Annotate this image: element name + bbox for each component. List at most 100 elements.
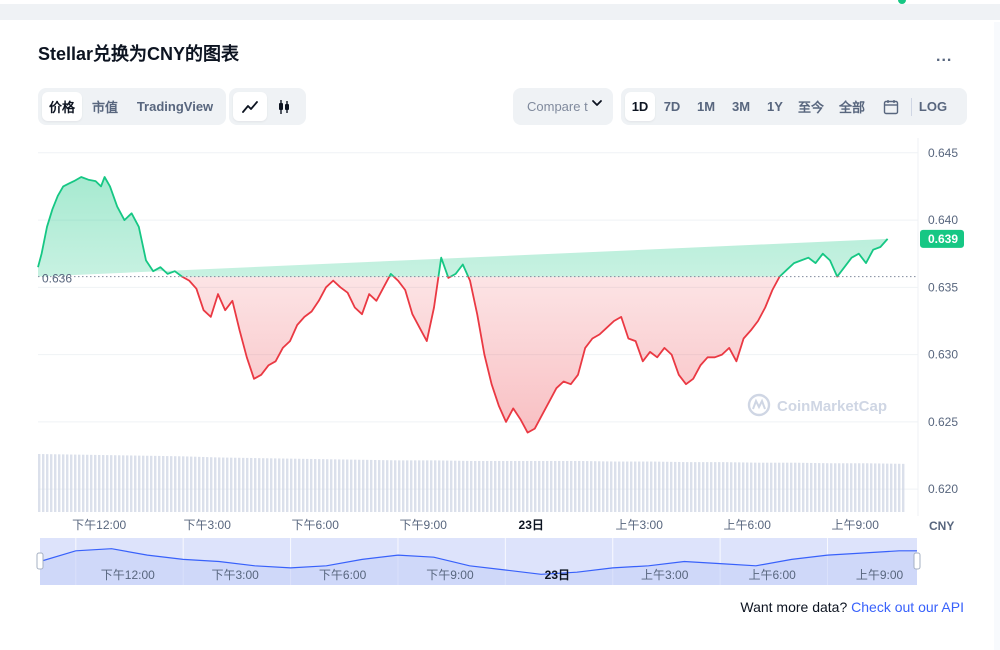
volume-bar bbox=[642, 461, 645, 512]
volume-bar bbox=[490, 460, 493, 512]
volume-bar bbox=[82, 454, 85, 512]
volume-bar bbox=[242, 457, 245, 512]
volume-bar bbox=[538, 460, 541, 512]
currency-axis-label: CNY bbox=[929, 519, 954, 533]
volume-bar bbox=[602, 461, 605, 512]
volume-bar bbox=[70, 454, 73, 512]
volume-bar bbox=[234, 457, 237, 512]
volume-bar bbox=[198, 456, 201, 512]
volume-bar bbox=[402, 460, 405, 512]
volume-bar bbox=[58, 454, 61, 512]
y-tick-label: 0.625 bbox=[928, 415, 958, 429]
volume-bar bbox=[142, 455, 145, 512]
volume-bar bbox=[646, 461, 649, 512]
volume-bar bbox=[394, 460, 397, 512]
volume-bar bbox=[302, 458, 305, 512]
volume-bar bbox=[50, 454, 53, 512]
volume-bar bbox=[658, 461, 661, 512]
volume-bar bbox=[354, 459, 357, 512]
volume-bar bbox=[598, 461, 601, 512]
volume-bar bbox=[46, 454, 49, 512]
x-tick-label: 上午6:00 bbox=[724, 518, 772, 532]
volume-bar bbox=[582, 461, 585, 512]
volume-bar bbox=[246, 457, 249, 512]
volume-bar bbox=[158, 455, 161, 512]
baseline-label: 0.636 bbox=[42, 272, 72, 286]
volume-bar bbox=[366, 459, 369, 512]
volume-bar bbox=[826, 463, 829, 512]
volume-bar bbox=[486, 460, 489, 512]
volume-bar bbox=[630, 461, 633, 512]
volume-bar bbox=[294, 458, 297, 512]
api-link[interactable]: Check out our API bbox=[851, 599, 964, 615]
volume-bar bbox=[810, 462, 813, 512]
volume-bar bbox=[254, 458, 257, 512]
volume-bar bbox=[554, 460, 557, 512]
y-tick-label: 0.635 bbox=[928, 280, 958, 294]
volume-bar bbox=[818, 463, 821, 512]
volume-bar bbox=[430, 460, 433, 512]
volume-bar bbox=[138, 455, 141, 512]
volume-bar bbox=[542, 460, 545, 512]
volume-bar bbox=[706, 462, 709, 512]
volume-bar bbox=[634, 461, 637, 512]
volume-bar bbox=[282, 458, 285, 512]
volume-bar bbox=[470, 460, 473, 512]
volume-bar bbox=[414, 460, 417, 512]
navigator-left-handle[interactable] bbox=[36, 552, 44, 570]
volume-bar bbox=[506, 460, 509, 512]
volume-bar bbox=[154, 455, 157, 512]
volume-bar bbox=[782, 462, 785, 512]
volume-bar bbox=[98, 454, 101, 512]
y-tick-label: 0.630 bbox=[928, 348, 958, 362]
volume-bar bbox=[78, 454, 81, 512]
volume-bar bbox=[202, 456, 205, 512]
volume-bar bbox=[114, 455, 117, 512]
volume-bar bbox=[758, 462, 761, 512]
volume-bar bbox=[222, 457, 225, 512]
volume-bar bbox=[458, 460, 461, 512]
volume-bar bbox=[886, 463, 889, 512]
volume-bar bbox=[166, 456, 169, 512]
volume-bar bbox=[778, 462, 781, 512]
volume-bar bbox=[186, 456, 189, 512]
volume-bar bbox=[38, 454, 41, 512]
volume-bar bbox=[218, 457, 221, 512]
volume-bar bbox=[110, 455, 113, 512]
volume-bar bbox=[514, 460, 517, 512]
volume-bar bbox=[382, 460, 385, 512]
volume-bar bbox=[614, 461, 617, 512]
volume-bar bbox=[178, 456, 181, 512]
volume-bar bbox=[474, 460, 477, 512]
volume-bar bbox=[330, 459, 333, 512]
volume-bar bbox=[750, 462, 753, 512]
volume-bar bbox=[606, 461, 609, 512]
x-tick-label: 下午12:00 bbox=[72, 518, 126, 532]
volume-bar bbox=[482, 460, 485, 512]
volume-bar bbox=[386, 460, 389, 512]
navigator-right-handle[interactable] bbox=[913, 552, 921, 570]
x-tick-label: 上午3:00 bbox=[616, 518, 664, 532]
volume-bar bbox=[566, 460, 569, 512]
volume-bar bbox=[570, 460, 573, 512]
current-price-label: 0.639 bbox=[928, 232, 958, 246]
volume-bar bbox=[194, 456, 197, 512]
range-navigator[interactable]: 下午12:00 下午3:00 下午6:00 下午9:00 23日 上午3:00 上午6:00… bbox=[36, 538, 921, 585]
volume-bar bbox=[162, 455, 165, 512]
volume-bar bbox=[710, 462, 713, 512]
volume-bar bbox=[618, 461, 621, 512]
volume-bar bbox=[814, 463, 817, 512]
volume-bar bbox=[890, 463, 893, 512]
volume-bar bbox=[846, 463, 849, 512]
volume-bar bbox=[518, 460, 521, 512]
volume-bar bbox=[442, 460, 445, 512]
volume-bar bbox=[418, 460, 421, 512]
volume-bar bbox=[586, 461, 589, 512]
volume-bar bbox=[230, 457, 233, 512]
volume-bar bbox=[226, 457, 229, 512]
volume-bar bbox=[102, 455, 105, 512]
volume-bar bbox=[190, 456, 193, 512]
volume-bar bbox=[866, 463, 869, 512]
volume-bar bbox=[798, 462, 801, 512]
volume-bar bbox=[686, 462, 689, 512]
